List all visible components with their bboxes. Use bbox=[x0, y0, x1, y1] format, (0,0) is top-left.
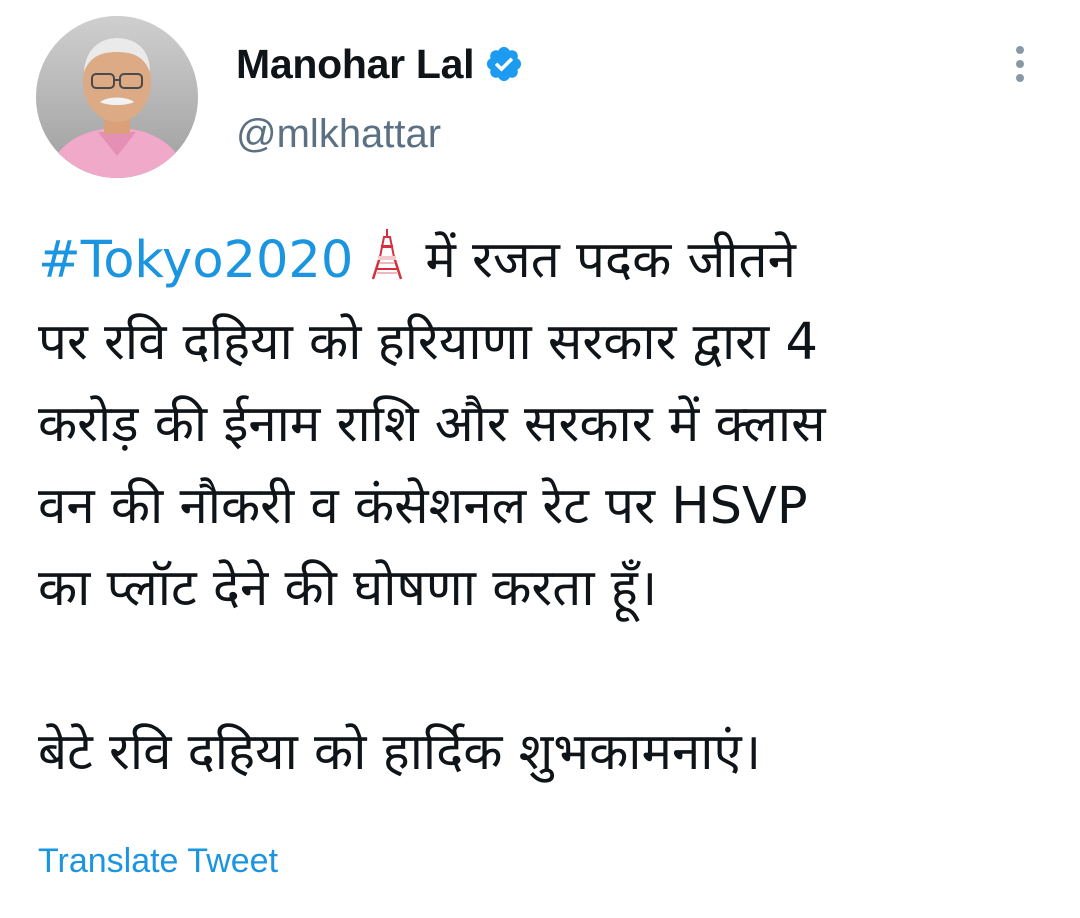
tweet-line-6: बेटे रवि दहिया को हार्दिक शुभकामनाएं। bbox=[38, 723, 762, 782]
tweet-text: #Tokyo2020 में रजत पदक जीतने पर रवि दहिय… bbox=[38, 220, 1048, 794]
tweet-line-4: वन की नौकरी व कंसेशनल रेट पर HSVP bbox=[38, 477, 808, 536]
tweet-line-3: करोड़ की ईनाम राशि और सरकार में क्लास bbox=[38, 395, 826, 454]
author-display-name[interactable]: Manohar Lal bbox=[236, 41, 474, 88]
author-handle[interactable]: @mlkhattar bbox=[236, 112, 441, 157]
verified-badge-icon bbox=[484, 44, 524, 84]
translate-tweet-link[interactable]: Translate Tweet bbox=[38, 842, 278, 881]
hashtag-link[interactable]: #Tokyo2020 bbox=[38, 231, 353, 290]
tweet-line-5: का प्लॉट देने की घोषणा करता हूँ। bbox=[38, 559, 658, 618]
avatar[interactable] bbox=[36, 16, 198, 178]
tweet-line-2: पर रवि दहिया को हरियाणा सरकार द्वारा 4 bbox=[38, 313, 818, 372]
tokyo-tower-icon bbox=[367, 226, 407, 282]
more-options-button[interactable] bbox=[1006, 42, 1034, 90]
tweet-line-1: #Tokyo2020 में रजत पदक जीतने bbox=[38, 220, 1048, 302]
profile-photo-icon bbox=[36, 16, 198, 178]
more-options-icon bbox=[1016, 46, 1024, 82]
tweet-line-1-text: में रजत पदक जीतने bbox=[425, 231, 796, 290]
author-name-row[interactable]: Manohar Lal bbox=[236, 36, 524, 92]
